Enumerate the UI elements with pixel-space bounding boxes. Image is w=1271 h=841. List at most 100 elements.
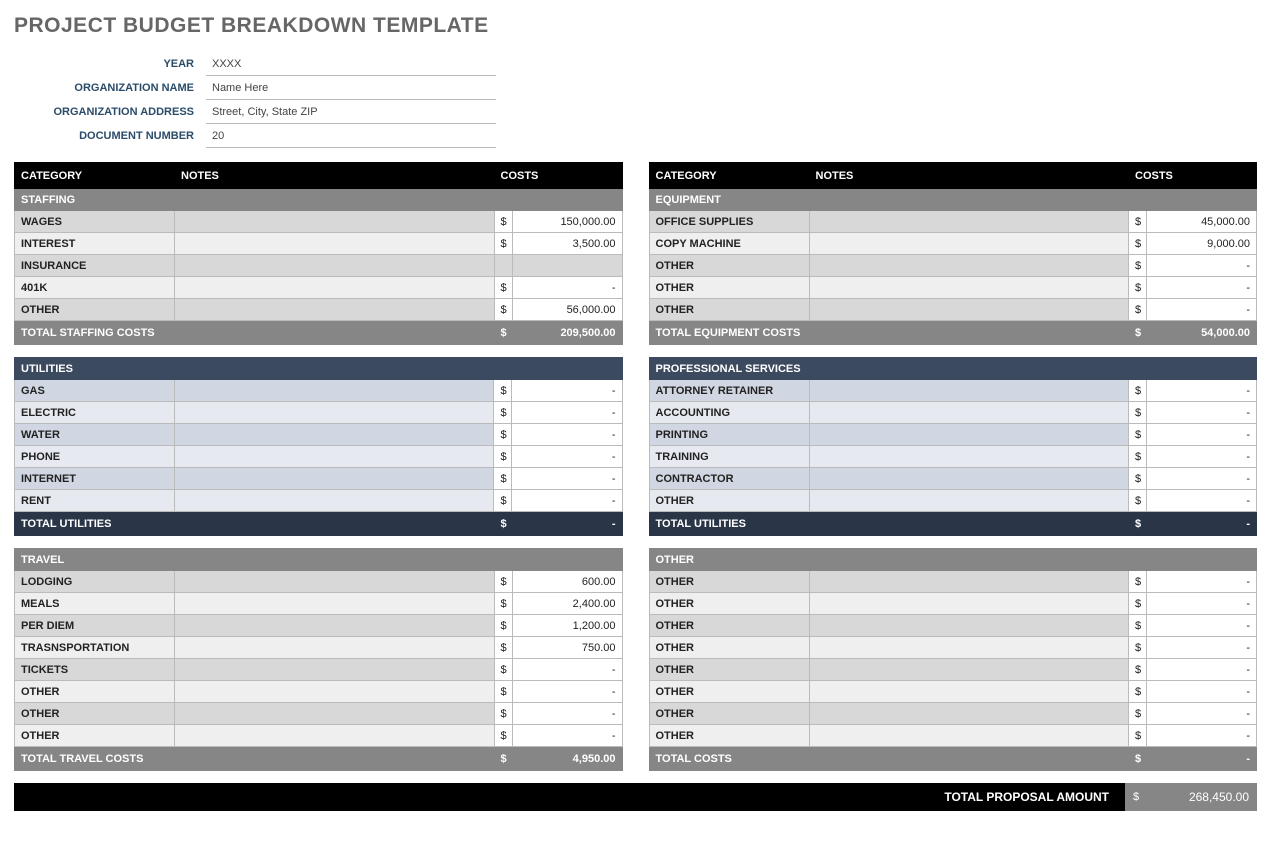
row-cost[interactable]: 750.00: [512, 637, 622, 659]
row-notes[interactable]: [809, 211, 1129, 233]
row-cost[interactable]: -: [1147, 637, 1257, 659]
row-cost[interactable]: 3,500.00: [512, 233, 622, 255]
row-notes[interactable]: [809, 233, 1129, 255]
row-cost[interactable]: 150,000.00: [512, 211, 622, 233]
row-notes[interactable]: [175, 233, 495, 255]
row-cost[interactable]: 1,200.00: [512, 615, 622, 637]
table-row: ELECTRIC$-: [15, 402, 623, 424]
row-cost[interactable]: -: [1147, 277, 1257, 299]
row-notes[interactable]: [175, 299, 495, 321]
row-notes[interactable]: [175, 446, 494, 468]
row-cost[interactable]: -: [1147, 681, 1257, 703]
row-cost[interactable]: 600.00: [512, 571, 622, 593]
row-cost[interactable]: -: [512, 277, 622, 299]
row-cost[interactable]: -: [512, 402, 622, 424]
row-notes[interactable]: [809, 299, 1129, 321]
table-row: TRASNSPORTATION$750.00: [15, 637, 623, 659]
row-cost[interactable]: -: [1147, 299, 1257, 321]
row-notes[interactable]: [175, 380, 494, 402]
row-cost[interactable]: -: [512, 681, 622, 703]
row-cost[interactable]: -: [1146, 446, 1256, 468]
total-row: TOTAL UTILITIES$-: [649, 512, 1257, 536]
row-label: OTHER: [15, 681, 175, 703]
row-notes[interactable]: [809, 402, 1128, 424]
meta-year-value[interactable]: XXXX: [206, 52, 496, 76]
row-cost[interactable]: -: [512, 659, 622, 681]
currency-symbol: $: [1129, 703, 1147, 725]
row-cost[interactable]: -: [512, 725, 622, 747]
row-notes[interactable]: [809, 468, 1128, 490]
row-notes[interactable]: [175, 725, 495, 747]
row-notes[interactable]: [175, 681, 495, 703]
row-notes[interactable]: [175, 615, 495, 637]
row-cost[interactable]: 56,000.00: [512, 299, 622, 321]
row-cost[interactable]: [512, 255, 622, 277]
row-notes[interactable]: [175, 703, 495, 725]
row-label: LODGING: [15, 571, 175, 593]
row-cost[interactable]: -: [512, 468, 622, 490]
currency-symbol: $: [494, 637, 512, 659]
row-cost[interactable]: -: [1147, 593, 1257, 615]
row-notes[interactable]: [809, 637, 1129, 659]
row-cost[interactable]: -: [1146, 468, 1256, 490]
row-notes[interactable]: [175, 571, 495, 593]
row-notes[interactable]: [175, 593, 495, 615]
row-notes[interactable]: [175, 659, 495, 681]
meta-orgname-value[interactable]: Name Here: [206, 76, 496, 100]
row-cost[interactable]: 2,400.00: [512, 593, 622, 615]
meta-docnum-value[interactable]: 20: [206, 124, 496, 148]
row-notes[interactable]: [809, 703, 1129, 725]
row-notes[interactable]: [175, 402, 494, 424]
row-cost[interactable]: -: [1147, 659, 1257, 681]
row-cost[interactable]: -: [1146, 380, 1256, 402]
row-cost[interactable]: -: [512, 424, 622, 446]
row-notes[interactable]: [809, 446, 1128, 468]
table-row: OFFICE SUPPLIES$45,000.00: [649, 211, 1257, 233]
row-cost[interactable]: -: [1146, 402, 1256, 424]
row-notes[interactable]: [809, 593, 1129, 615]
row-notes[interactable]: [809, 725, 1129, 747]
row-cost[interactable]: -: [1146, 424, 1256, 446]
meta-orgaddr-value[interactable]: Street, City, State ZIP: [206, 100, 496, 124]
row-notes[interactable]: [809, 571, 1129, 593]
row-cost[interactable]: 9,000.00: [1147, 233, 1257, 255]
table-row: GAS$-: [15, 380, 623, 402]
row-cost[interactable]: -: [1147, 615, 1257, 637]
table-row: ATTORNEY RETAINER$-: [649, 380, 1257, 402]
row-notes[interactable]: [175, 277, 495, 299]
row-notes[interactable]: [175, 468, 494, 490]
row-cost[interactable]: -: [1146, 490, 1256, 512]
row-notes[interactable]: [809, 424, 1128, 446]
row-notes[interactable]: [809, 659, 1129, 681]
row-cost[interactable]: -: [1147, 725, 1257, 747]
row-cost[interactable]: -: [512, 703, 622, 725]
row-notes[interactable]: [175, 637, 495, 659]
row-cost[interactable]: -: [512, 380, 622, 402]
row-label: MEALS: [15, 593, 175, 615]
row-cost[interactable]: -: [1147, 703, 1257, 725]
row-notes[interactable]: [809, 615, 1129, 637]
currency-symbol: $: [494, 747, 512, 771]
row-cost[interactable]: -: [512, 490, 622, 512]
row-notes[interactable]: [809, 681, 1129, 703]
row-notes[interactable]: [175, 255, 495, 277]
row-notes[interactable]: [175, 424, 494, 446]
row-cost[interactable]: -: [1147, 255, 1257, 277]
row-notes[interactable]: [175, 490, 494, 512]
meta-docnum-label: DOCUMENT NUMBER: [14, 130, 206, 142]
row-cost[interactable]: -: [512, 446, 622, 468]
row-notes[interactable]: [809, 277, 1129, 299]
row-label: OTHER: [649, 681, 809, 703]
row-cost[interactable]: -: [1147, 571, 1257, 593]
currency-symbol: $: [494, 321, 512, 345]
row-notes[interactable]: [809, 255, 1129, 277]
row-notes[interactable]: [809, 380, 1128, 402]
row-notes[interactable]: [809, 490, 1128, 512]
currency-symbol: $: [1128, 468, 1146, 490]
table-row: OTHER$-: [649, 659, 1257, 681]
total-label: TOTAL EQUIPMENT COSTS: [649, 321, 1129, 345]
row-label: OTHER: [649, 637, 809, 659]
row-notes[interactable]: [175, 211, 495, 233]
row-cost[interactable]: 45,000.00: [1147, 211, 1257, 233]
header-category: CATEGORY: [649, 163, 809, 189]
